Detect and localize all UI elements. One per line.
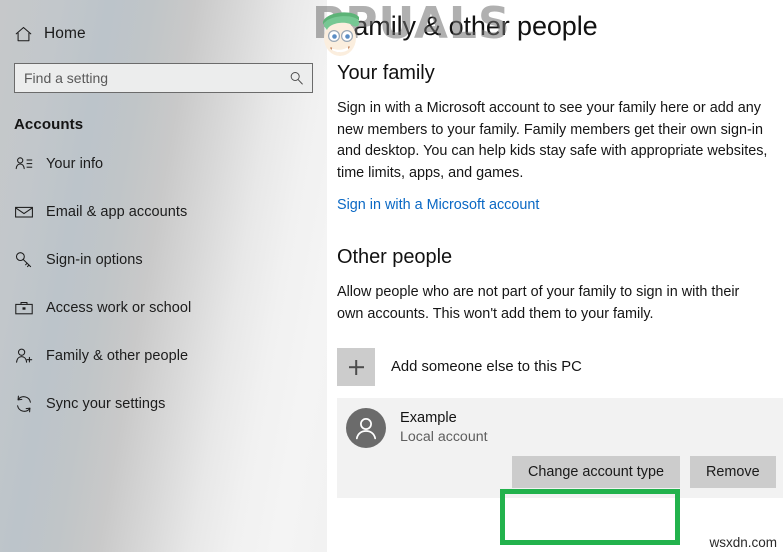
sidebar-item-family-other-people[interactable]: Family & other people xyxy=(0,339,327,373)
sidebar-nav: Your info Email & app accounts Sign-in o… xyxy=(0,147,327,421)
avatar xyxy=(346,408,386,448)
settings-window: Home Accounts xyxy=(0,0,783,552)
sidebar-item-label: Family & other people xyxy=(46,348,189,364)
sidebar-item-label: Access work or school xyxy=(46,300,192,316)
account-name: Example xyxy=(400,410,457,426)
search-icon[interactable] xyxy=(289,71,304,86)
your-family-description: Sign in with a Microsoft account to see … xyxy=(337,98,783,184)
other-people-description: Allow people who are not part of your fa… xyxy=(337,282,783,325)
sidebar-item-label: Your info xyxy=(46,156,104,172)
sidebar-item-sync-your-settings[interactable]: Sync your settings xyxy=(0,387,327,421)
account-type: Local account xyxy=(400,429,488,445)
page-title: Family & other people xyxy=(337,11,598,41)
sidebar-item-email-app-accounts[interactable]: Email & app accounts xyxy=(0,195,327,229)
sidebar-item-label: Sync your settings xyxy=(46,396,166,412)
briefcase-icon xyxy=(14,298,34,318)
paragraph-line: Allow people who are not part of your fa… xyxy=(337,284,740,300)
your-family-heading: Your family xyxy=(337,62,435,84)
plus-icon xyxy=(337,348,375,386)
sidebar-section-title: Accounts xyxy=(14,116,84,133)
add-someone-else-button[interactable]: Add someone else to this PC xyxy=(337,345,782,389)
sign-in-microsoft-account-link[interactable]: Sign in with a Microsoft account xyxy=(337,197,539,213)
account-actions: Change account type Remove xyxy=(512,456,776,488)
paragraph-line: new members to your family. Family membe… xyxy=(337,121,763,138)
other-people-heading: Other people xyxy=(337,246,453,268)
sidebar-home-button[interactable]: Home xyxy=(0,17,327,51)
person-icon xyxy=(355,418,377,440)
add-someone-else-label: Add someone else to this PC xyxy=(391,359,582,375)
sidebar: Home Accounts xyxy=(0,0,327,552)
paragraph-line: and desktop. You can help kids stay safe… xyxy=(337,143,768,159)
paragraph-line: time limits, apps, and games. xyxy=(337,164,524,181)
paragraph-line: own accounts. This won't add them to you… xyxy=(337,305,654,322)
sync-icon xyxy=(14,394,34,414)
sidebar-item-label: Sign-in options xyxy=(46,252,143,268)
account-identity: Example Local account xyxy=(346,408,783,448)
search-input[interactable] xyxy=(15,64,312,92)
change-account-type-button[interactable]: Change account type xyxy=(512,456,681,488)
sidebar-item-your-info[interactable]: Your info xyxy=(0,147,327,181)
sidebar-home-label: Home xyxy=(44,25,86,42)
sidebar-item-access-work-school[interactable]: Access work or school xyxy=(0,291,327,325)
main-content: Family & other people Your family Sign i… xyxy=(327,0,783,552)
person-add-icon xyxy=(14,346,34,366)
sidebar-item-label: Email & app accounts xyxy=(46,204,188,220)
account-list-item[interactable]: Example Local account Change account typ… xyxy=(337,398,783,498)
sidebar-item-sign-in-options[interactable]: Sign-in options xyxy=(0,243,327,277)
key-icon xyxy=(14,250,34,270)
envelope-icon xyxy=(14,202,34,222)
person-list-icon xyxy=(14,154,34,174)
remove-account-button[interactable]: Remove xyxy=(690,456,776,488)
paragraph-line: Sign in with a Microsoft account to see … xyxy=(337,100,761,116)
account-text-group: Example Local account xyxy=(400,409,488,447)
search-box[interactable] xyxy=(14,63,313,93)
home-icon xyxy=(14,25,33,44)
